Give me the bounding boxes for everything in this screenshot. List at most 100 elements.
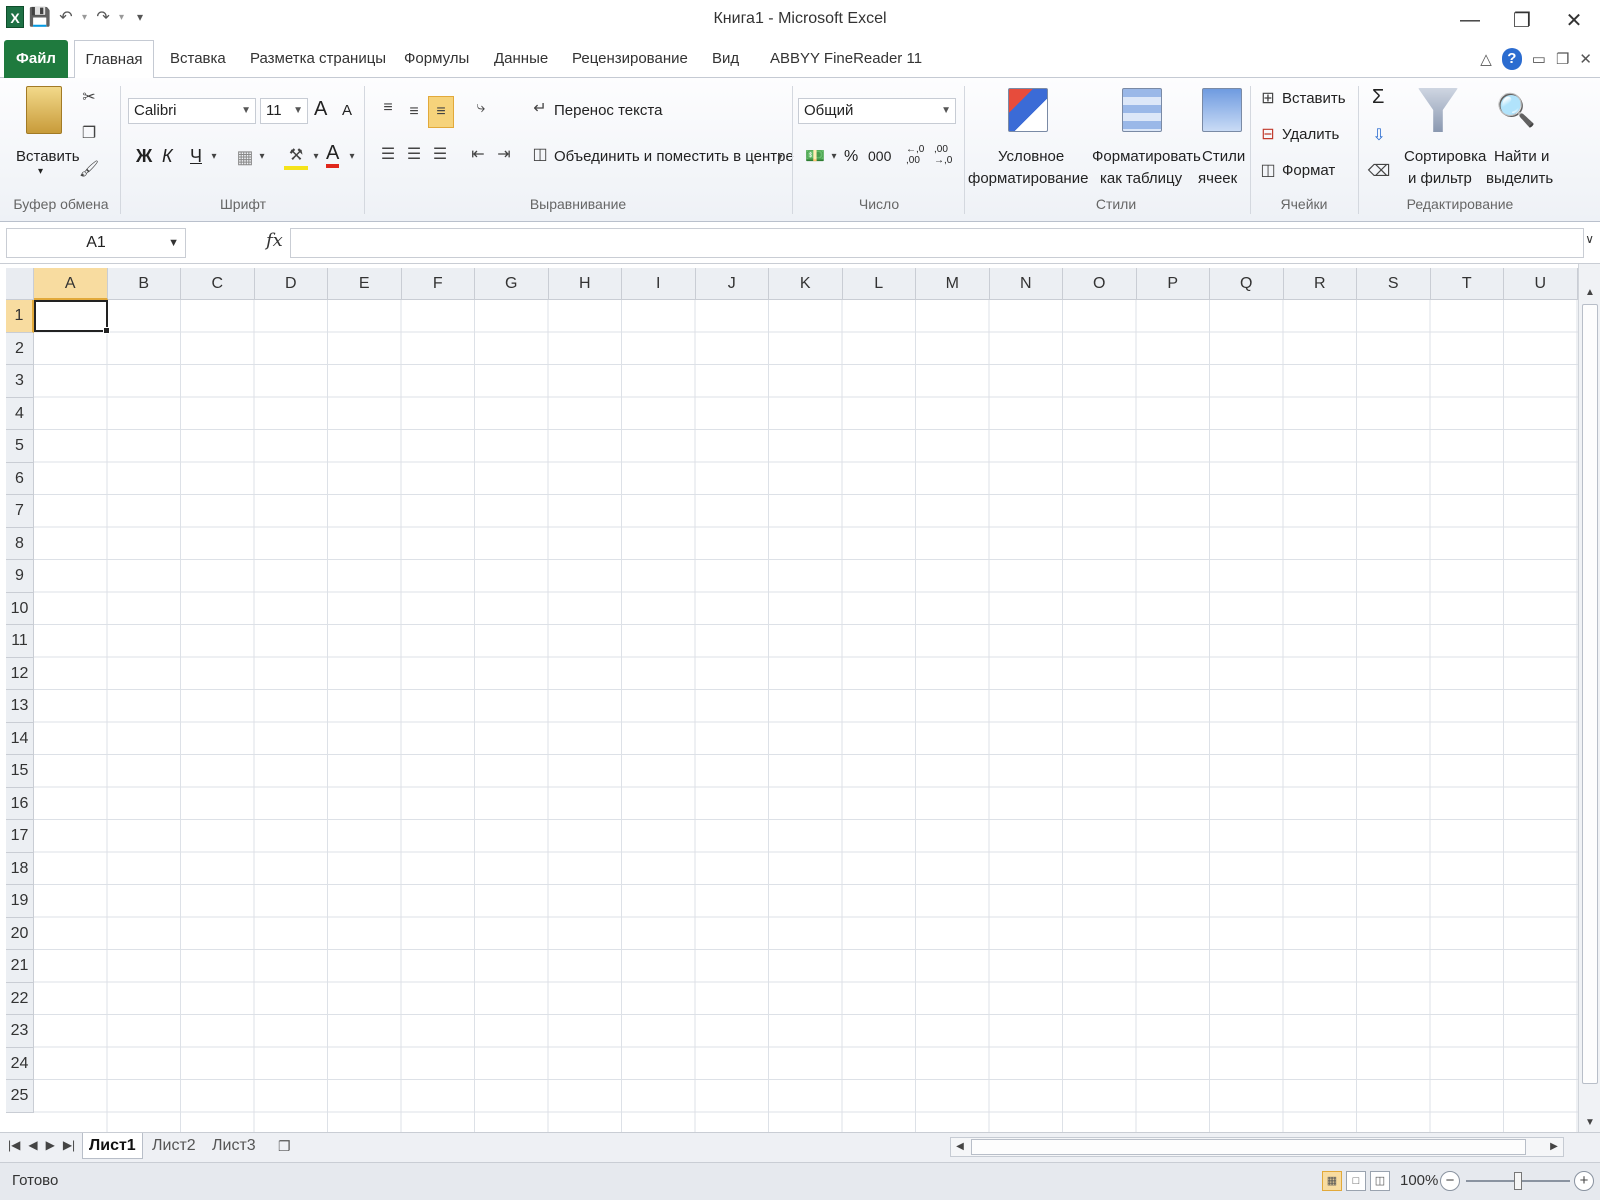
zoom-level[interactable]: 100% — [1400, 1172, 1438, 1189]
row-header-8[interactable]: 8 — [6, 527, 34, 560]
row-header-18[interactable]: 18 — [6, 852, 34, 885]
number-format-select[interactable]: Общий ▼ — [798, 98, 956, 124]
sort-filter-line1[interactable]: Сортировка — [1404, 148, 1486, 165]
row-header-5[interactable]: 5 — [6, 430, 34, 463]
align-middle-icon[interactable]: ≡ — [402, 100, 426, 124]
sheet-tab-1[interactable]: Лист1 — [82, 1133, 143, 1159]
expand-formula-icon[interactable]: ∨ — [1585, 232, 1594, 246]
row-header-3[interactable]: 3 — [6, 365, 34, 398]
align-top-icon[interactable]: ≡ — [376, 96, 400, 120]
format-as-table-icon[interactable] — [1122, 88, 1162, 132]
column-header-n[interactable]: N — [989, 268, 1063, 300]
cell-styles-icon[interactable] — [1202, 88, 1242, 132]
delete-cells-button[interactable]: Удалить — [1282, 126, 1339, 143]
column-header-d[interactable]: D — [254, 268, 328, 300]
format-painter-icon[interactable]: 🖌 — [78, 158, 100, 180]
horizontal-scrollbar[interactable]: ◀ ▶ — [950, 1137, 1564, 1157]
format-cells-button[interactable]: Формат — [1282, 162, 1335, 179]
conditional-formatting-icon[interactable] — [1008, 88, 1048, 132]
page-layout-view-icon[interactable]: □ — [1346, 1171, 1366, 1191]
borders-icon[interactable]: ▦ — [234, 146, 256, 168]
column-header-k[interactable]: K — [769, 268, 843, 300]
row-header-9[interactable]: 9 — [6, 560, 34, 593]
paste-icon[interactable] — [26, 86, 62, 134]
column-header-b[interactable]: B — [107, 268, 181, 300]
restore-button[interactable]: ❐ — [1496, 0, 1548, 40]
row-header-6[interactable]: 6 — [6, 462, 34, 495]
row-header-11[interactable]: 11 — [6, 625, 34, 658]
zoom-in-button[interactable]: + — [1574, 1171, 1594, 1191]
column-header-t[interactable]: T — [1430, 268, 1504, 300]
align-bottom-icon[interactable]: ≡ — [428, 96, 454, 128]
insert-function-button[interactable]: fx — [266, 230, 283, 251]
name-box[interactable]: A1 ▼ — [6, 228, 186, 258]
grow-font-button[interactable]: A — [314, 98, 327, 121]
borders-dropdown-icon[interactable]: ▾ — [256, 148, 268, 164]
normal-view-icon[interactable]: ▦ — [1322, 1171, 1342, 1191]
cut-icon[interactable]: ✂ — [78, 86, 100, 108]
font-color-dropdown-icon[interactable]: ▾ — [346, 148, 358, 164]
row-header-4[interactable]: 4 — [6, 397, 34, 430]
column-header-i[interactable]: I — [622, 268, 696, 300]
sheet-tab-2[interactable]: Лист2 — [146, 1133, 202, 1159]
italic-button[interactable]: К — [162, 146, 173, 167]
row-header-19[interactable]: 19 — [6, 885, 34, 918]
paste-dropdown-icon[interactable]: ▾ — [38, 166, 43, 177]
row-header-20[interactable]: 20 — [6, 917, 34, 950]
insert-cells-button[interactable]: Вставить — [1282, 90, 1346, 107]
align-right-icon[interactable]: ☰ — [428, 142, 452, 166]
tab-home[interactable]: Главная — [74, 40, 154, 79]
copy-icon[interactable]: ❐ — [78, 122, 100, 144]
column-header-s[interactable]: S — [1357, 268, 1431, 300]
formula-input[interactable] — [290, 228, 1584, 258]
currency-icon[interactable]: 💵 — [802, 144, 828, 168]
cell-styles-line1[interactable]: Стили — [1202, 148, 1245, 165]
tab-review[interactable]: Рецензирование — [558, 40, 702, 78]
column-header-e[interactable]: E — [328, 268, 402, 300]
doc-restore-icon[interactable]: ❐ — [1556, 50, 1569, 68]
fill-color-icon[interactable]: ⚒ — [284, 144, 308, 170]
column-header-h[interactable]: H — [548, 268, 622, 300]
vertical-scroll-thumb[interactable] — [1582, 304, 1598, 1084]
zoom-out-button[interactable]: − — [1440, 1171, 1460, 1191]
next-sheet-icon[interactable]: ▶ — [46, 1138, 55, 1152]
fill-icon[interactable]: ⇩ — [1368, 124, 1390, 146]
scroll-right-icon[interactable]: ▶ — [1545, 1138, 1563, 1156]
font-name-select[interactable]: Calibri ▼ — [128, 98, 256, 124]
scroll-up-icon[interactable]: ▲ — [1579, 284, 1600, 302]
percent-button[interactable]: % — [844, 148, 858, 166]
scroll-left-icon[interactable]: ◀ — [951, 1138, 969, 1156]
page-break-view-icon[interactable]: ◫ — [1370, 1171, 1390, 1191]
conditional-formatting-line2[interactable]: форматирование — [968, 170, 1088, 187]
row-header-22[interactable]: 22 — [6, 982, 34, 1015]
row-header-13[interactable]: 13 — [6, 690, 34, 723]
doc-minimize-icon[interactable]: ▭ — [1532, 50, 1546, 68]
increase-decimal-button[interactable]: ←,0 ,00 — [906, 144, 930, 166]
help-icon[interactable]: ? — [1501, 48, 1522, 70]
column-header-c[interactable]: C — [181, 268, 255, 300]
merge-center-button[interactable]: Объединить и поместить в центре — [554, 148, 794, 165]
tab-formulas[interactable]: Формулы — [390, 40, 483, 78]
find-select-line1[interactable]: Найти и — [1494, 148, 1549, 165]
prev-sheet-icon[interactable]: ◀ — [28, 1138, 37, 1152]
active-cell[interactable] — [34, 300, 110, 334]
tab-view[interactable]: Вид — [698, 40, 753, 78]
align-center-icon[interactable]: ☰ — [402, 142, 426, 166]
sheet-tab-3[interactable]: Лист3 — [206, 1133, 262, 1159]
row-header-14[interactable]: 14 — [6, 722, 34, 755]
insert-sheet-icon[interactable]: ❐ — [272, 1133, 297, 1159]
column-header-r[interactable]: R — [1283, 268, 1357, 300]
row-header-17[interactable]: 17 — [6, 820, 34, 853]
find-select-line2[interactable]: выделить — [1486, 170, 1553, 187]
row-header-23[interactable]: 23 — [6, 1015, 34, 1048]
clear-icon[interactable]: ⌫ — [1368, 160, 1391, 182]
tab-insert[interactable]: Вставка — [156, 40, 240, 78]
currency-dropdown-icon[interactable]: ▾ — [828, 148, 840, 164]
tab-file[interactable]: Файл — [4, 40, 68, 78]
row-header-15[interactable]: 15 — [6, 755, 34, 788]
vertical-scrollbar[interactable]: ▲ ▼ — [1578, 264, 1600, 1132]
row-header-16[interactable]: 16 — [6, 787, 34, 820]
row-header-24[interactable]: 24 — [6, 1047, 34, 1080]
first-sheet-icon[interactable]: |◀ — [8, 1138, 20, 1152]
column-header-m[interactable]: M — [916, 268, 990, 300]
